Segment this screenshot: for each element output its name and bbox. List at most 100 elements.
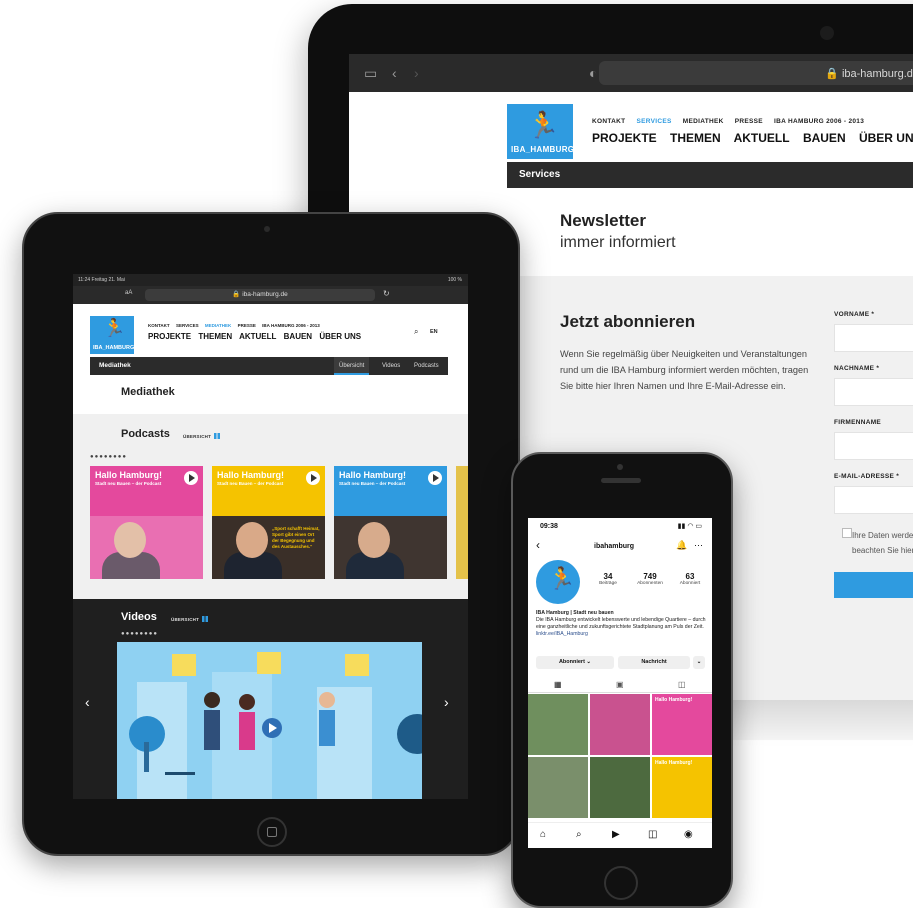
- podcast-card-peek[interactable]: [456, 466, 468, 579]
- carousel-dots[interactable]: ●●●●●●●●: [121, 631, 158, 637]
- logo-text: IBA_HAMBURG: [93, 345, 135, 351]
- podcast-guest-photo: [334, 516, 447, 579]
- consent-line-2: beachten Sie hier: [852, 546, 913, 555]
- mainnav-item-projekte[interactable]: PROJEKTE: [592, 131, 657, 145]
- grid-icon[interactable]: [202, 616, 208, 622]
- post-thumbnail[interactable]: [528, 757, 588, 818]
- reels-icon[interactable]: ▶: [612, 829, 620, 840]
- language-switch[interactable]: EN: [430, 329, 438, 335]
- mainnav-item-bauen[interactable]: BAUEN: [803, 131, 846, 145]
- topnav-item-presse[interactable]: PRESSE: [735, 118, 763, 125]
- privacy-shield-icon[interactable]: ◐: [589, 65, 597, 81]
- tagged-tab-icon[interactable]: ◫: [678, 680, 686, 689]
- mainnav-item-projekte[interactable]: PROJEKTE: [148, 332, 191, 341]
- play-icon[interactable]: [306, 471, 320, 485]
- forward-arrow-icon[interactable]: ›: [414, 65, 419, 81]
- bell-icon[interactable]: 🔔: [676, 540, 687, 551]
- topnav-item-services[interactable]: SERVICES: [176, 323, 199, 328]
- topnav-item-kontakt[interactable]: KONTAKT: [592, 118, 625, 125]
- sidebar-toggle-icon[interactable]: ▭: [364, 65, 377, 82]
- mainnav-item-bauen[interactable]: BAUEN: [284, 332, 312, 341]
- topnav-item-presse[interactable]: PRESSE: [238, 323, 256, 328]
- bio-link[interactable]: linktr.ee/IBA_Hamburg: [536, 631, 706, 638]
- carousel-prev-icon[interactable]: ‹: [85, 694, 90, 710]
- grid-tab-icon[interactable]: ▦: [554, 680, 562, 689]
- stat-posts[interactable]: 34 Beiträge: [590, 572, 626, 586]
- carousel-next-icon[interactable]: ›: [444, 694, 449, 710]
- status-bar: 11:24 Freitag 21. Mai 100 %: [73, 274, 468, 286]
- podcast-card[interactable]: Hallo Hamburg! Stadt neu Bauen – der Pod…: [212, 466, 325, 579]
- post-thumbnail[interactable]: [590, 757, 650, 818]
- topnav-item-mediathek[interactable]: MEDIATHEK: [205, 323, 231, 328]
- tablet-camera: [264, 226, 270, 232]
- firmenname-input[interactable]: [834, 432, 913, 460]
- avatar[interactable]: 🏃: [536, 560, 580, 604]
- profile-icon[interactable]: ◉: [684, 829, 693, 840]
- topnav-item-iba-2006-2013[interactable]: IBA HAMBURG 2006 - 2013: [774, 118, 864, 125]
- topnav-item-iba-2006-2013[interactable]: IBA HAMBURG 2006 - 2013: [262, 323, 320, 328]
- post-thumbnail[interactable]: [590, 694, 650, 755]
- tab-videos[interactable]: Videos: [377, 357, 405, 375]
- podcast-guest-photo: „Sport schafft Heimat, Sport gibt einen …: [212, 516, 325, 579]
- stat-following[interactable]: 63 Abonniert: [672, 572, 708, 586]
- topnav-item-kontakt[interactable]: KONTAKT: [148, 323, 170, 328]
- guest-head: [358, 522, 390, 558]
- post-thumbnail[interactable]: [528, 694, 588, 755]
- videos-heading: Videos: [121, 611, 157, 623]
- topnav-item-mediathek[interactable]: MEDIATHEK: [683, 118, 724, 125]
- page-title: Newsletter: [560, 211, 646, 230]
- iba-hamburg-logo[interactable]: 🏃 IBA_HAMBURG: [90, 316, 134, 354]
- home-icon[interactable]: ⌂: [540, 829, 546, 840]
- search-icon[interactable]: ⌕: [576, 829, 582, 840]
- address-bar[interactable]: 🔒 iba-hamburg.de: [599, 61, 913, 85]
- back-arrow-icon[interactable]: ‹: [536, 538, 540, 552]
- guest-head: [236, 522, 268, 558]
- subscribe-button[interactable]: [834, 572, 913, 598]
- address-bar[interactable]: 🔒 iba-hamburg.de: [145, 289, 375, 301]
- iba-hamburg-logo[interactable]: 🏃 IBA_HAMBURG: [507, 104, 574, 159]
- post-thumbnail[interactable]: Hallo Hamburg!: [652, 757, 712, 818]
- vorname-input[interactable]: [834, 324, 913, 352]
- mainnav-item-aktuell[interactable]: AKTUELL: [239, 332, 276, 341]
- search-icon[interactable]: ⌕: [414, 327, 418, 337]
- podcasts-overview-link[interactable]: ÜBERSICHT: [183, 434, 211, 439]
- consent-checkbox[interactable]: [842, 528, 852, 538]
- mainnav-item-themen[interactable]: THEMEN: [198, 332, 232, 341]
- videos-overview-link[interactable]: ÜBERSICHT: [171, 617, 199, 622]
- play-icon[interactable]: [184, 471, 198, 485]
- podcast-card[interactable]: Hallo Hamburg! Stadt neu Bauen – der Pod…: [90, 466, 203, 579]
- tab-uebersicht[interactable]: Übersicht: [334, 357, 370, 375]
- more-icon[interactable]: ⋯: [694, 540, 703, 551]
- mainnav-item-ueber-uns[interactable]: ÜBER UNS: [859, 131, 913, 145]
- message-button[interactable]: Nachricht: [618, 656, 690, 669]
- carousel-dots[interactable]: ●●●●●●●●: [90, 454, 127, 460]
- page-subtitle: immer informiert: [560, 234, 676, 251]
- stat-followers[interactable]: 749 Abonnenten: [632, 572, 668, 586]
- following-button[interactable]: Abonniert ⌄: [536, 656, 614, 669]
- mainnav-item-themen[interactable]: THEMEN: [670, 131, 721, 145]
- reader-font-button[interactable]: aA: [125, 290, 132, 296]
- grid-icon[interactable]: [214, 433, 220, 439]
- reels-tab-icon[interactable]: ▣: [616, 680, 624, 689]
- play-icon[interactable]: [428, 471, 442, 485]
- running-figure-icon: 🏃: [548, 566, 576, 591]
- tab-podcasts[interactable]: Podcasts: [409, 357, 444, 375]
- mainnav-item-ueber-uns[interactable]: ÜBER UNS: [319, 332, 361, 341]
- shop-icon[interactable]: ◫: [648, 829, 657, 840]
- email-input[interactable]: [834, 486, 913, 514]
- back-arrow-icon[interactable]: ‹: [392, 65, 397, 81]
- home-button[interactable]: [257, 817, 287, 847]
- home-button[interactable]: [604, 866, 638, 900]
- video-thumbnail[interactable]: [117, 642, 422, 799]
- suggest-dropdown-button[interactable]: ⌄: [693, 656, 705, 669]
- phone-speaker: [601, 478, 641, 483]
- podcast-card[interactable]: Hallo Hamburg! Stadt neu Bauen – der Pod…: [334, 466, 447, 579]
- post-thumbnail[interactable]: Hallo Hamburg!: [652, 694, 712, 755]
- section-bar: Mediathek Übersicht Videos Podcasts: [90, 357, 448, 375]
- mainnav-item-aktuell[interactable]: AKTUELL: [734, 131, 790, 145]
- tablet-device: 11:24 Freitag 21. Mai 100 % aA 🔒 iba-ham…: [22, 212, 520, 856]
- topnav-item-services[interactable]: SERVICES: [637, 118, 672, 125]
- reload-icon[interactable]: ↻: [383, 289, 390, 298]
- phone-device: 09:38 ▮▮ ◠ ▭ ‹ ibahamburg 🔔 ⋯ 🏃 34 Beitr…: [511, 452, 733, 908]
- nachname-input[interactable]: [834, 378, 913, 406]
